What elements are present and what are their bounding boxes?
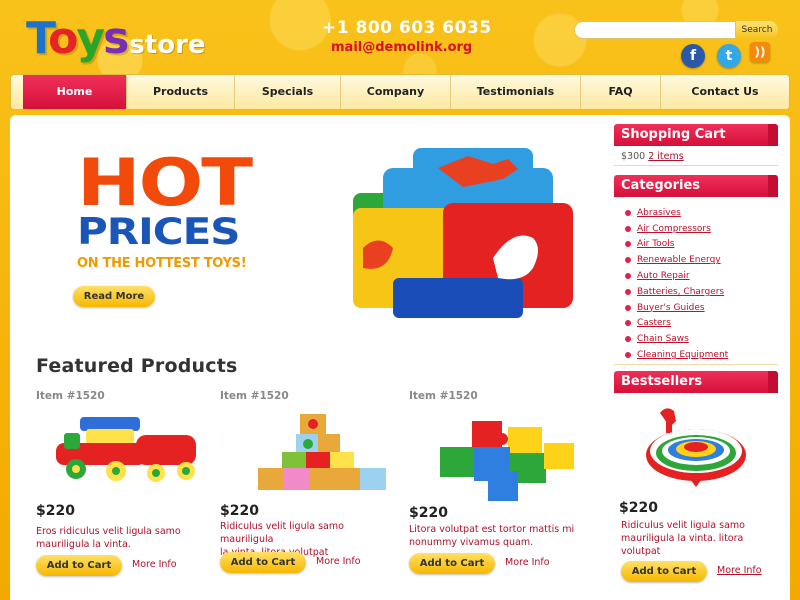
category-link[interactable]: Casters [625,316,728,332]
more-info-link[interactable]: More Info [316,556,361,567]
bullet-icon [625,336,631,343]
add-to-cart-button[interactable]: Add to Cart [621,561,707,582]
bullet-icon [625,352,631,359]
description-line: nonummy vivamus quam. [409,537,534,548]
logo-wordmark: Toys [26,13,129,64]
phone-number: +1 800 603 6035 [322,18,492,38]
category-link[interactable]: Batteries, Chargers [625,284,728,300]
logo-letter: y [76,13,105,64]
nav-testimonials[interactable]: Testimonials [451,75,581,109]
product-price: $220 [36,503,75,519]
description-line: mauriligula la vinta. [36,539,131,550]
cart-total: $300 [621,151,646,162]
bestseller-description: Ridiculus velit ligula samo mauriligula … [621,519,781,558]
product-price: $220 [409,505,448,521]
category-link[interactable]: Air Compressors [625,221,728,237]
sidebar-divider [614,165,778,166]
search-form: Search [574,21,778,39]
nav-faq[interactable]: FAQ [581,75,661,109]
search-button[interactable]: Search [736,21,778,39]
product-item-number: Item #1520 [220,390,289,402]
category-label: Buyer's Guides [637,302,705,313]
category-label: Auto Repair [637,271,690,282]
description-line: volutpat [621,546,661,557]
sidebar-divider [614,364,778,365]
category-link[interactable]: Cleaning Equipment [625,347,728,363]
bestseller-price: $220 [619,500,658,516]
site-logo[interactable]: Toys store [26,14,206,64]
category-label: Air Tools [637,239,675,250]
description-line: Eros ridiculus velit ligula samo [36,526,181,537]
category-link[interactable]: Air Tools [625,237,728,253]
hero-headline: HOT [77,143,253,221]
bullet-icon [625,273,631,280]
categories-heading: Categories [614,175,778,197]
toy-train-image[interactable] [46,405,206,495]
hero-tagline: ON THE HOTTEST TOYS! [77,256,247,271]
rss-icon[interactable]: )) [750,42,770,62]
nav-home[interactable]: Home [23,75,127,109]
add-to-cart-button[interactable]: Add to Cart [36,555,122,576]
description-line: Litora volutpat est tortor mattis mi [409,524,575,535]
add-to-cart-button[interactable]: Add to Cart [220,552,306,573]
description-line: Ridiculus velit ligula samo [621,520,745,531]
bullet-icon [625,320,631,327]
category-label: Cleaning Equipment [637,350,729,361]
bullet-icon [625,288,631,295]
category-link[interactable]: Buyer's Guides [625,300,728,316]
nav-products[interactable]: Products [127,75,235,109]
category-link[interactable]: Chain Saws [625,331,728,347]
nav-specials[interactable]: Specials [235,75,341,109]
product-description: Litora volutpat est tortor mattis mi non… [409,523,589,549]
logo-suffix: store [129,30,206,60]
cart-items-link[interactable]: 2 items [648,151,683,162]
category-link[interactable]: Auto Repair [625,268,728,284]
product-item-number: Item #1520 [409,390,478,402]
category-link[interactable]: Abrasives [625,205,728,221]
more-info-link[interactable]: More Info [505,557,550,568]
description-line: Ridiculus velit ligula samo mauriligula [220,521,344,545]
more-info-link[interactable]: More Info [132,559,177,570]
search-input[interactable] [574,21,736,39]
category-list: Abrasives Air Compressors Air Tools Rene… [625,205,728,363]
spinning-top-image[interactable] [640,403,752,488]
category-label: Air Compressors [637,223,711,234]
nav-contact-us[interactable]: Contact Us [661,75,789,109]
logo-letter: s [103,13,129,64]
category-label: Renewable Energy [637,255,721,266]
puzzle-cube-image [353,148,573,318]
hero-subheadline: PRICES [77,210,241,253]
bullet-icon [625,241,631,248]
facebook-icon[interactable]: f [681,44,705,68]
product-item-number: Item #1520 [36,390,105,402]
bullet-icon [625,225,631,232]
bullet-icon [625,257,631,264]
bullet-icon [625,304,631,311]
category-label: Chain Saws [637,334,689,345]
bestsellers-heading: Bestsellers [614,371,778,393]
nav-company[interactable]: Company [341,75,451,109]
twitter-icon[interactable]: t [717,44,741,68]
main-nav: Home Products Specials Company Testimoni… [10,74,790,110]
product-description: Eros ridiculus velit ligula samo maurili… [36,525,206,551]
category-link[interactable]: Renewable Energy [625,252,728,268]
more-info-link[interactable]: More Info [717,565,762,576]
email-link[interactable]: mail@demolink.org [331,40,472,55]
add-to-cart-button[interactable]: Add to Cart [409,553,495,574]
featured-products-title: Featured Products [36,355,238,377]
category-label: Casters [637,318,671,329]
read-more-button[interactable]: Read More [73,286,155,307]
category-label: Batteries, Chargers [637,286,725,297]
puzzle-pieces-image[interactable] [432,413,592,503]
product-price: $220 [220,503,259,519]
category-label: Abrasives [637,207,681,218]
letter-blocks-image[interactable] [248,410,408,500]
shopping-cart-heading: Shopping Cart [614,124,778,146]
logo-letter: o [48,13,78,64]
bullet-icon [625,209,631,216]
description-line: mauriligula la vinta. litora [621,533,744,544]
cart-summary: $300 2 items [621,151,684,162]
logo-letter: T [26,13,50,64]
